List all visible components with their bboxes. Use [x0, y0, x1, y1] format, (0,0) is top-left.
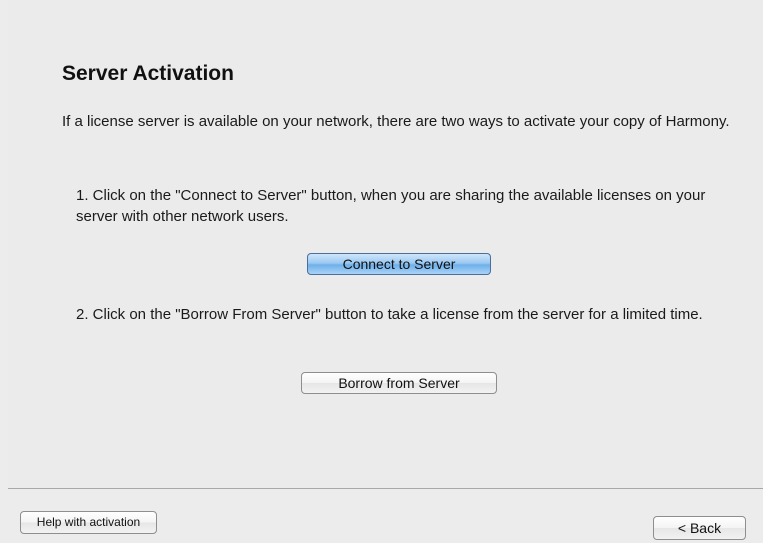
intro-text: If a license server is available on your…: [62, 113, 730, 130]
back-button[interactable]: < Back: [653, 516, 746, 540]
activation-window: Server Activation If a license server is…: [0, 0, 763, 543]
step-1-text: 1. Click on the "Connect to Server" butt…: [76, 187, 706, 225]
help-with-activation-button[interactable]: Help with activation: [20, 511, 157, 534]
connect-to-server-button[interactable]: Connect to Server: [307, 253, 491, 275]
borrow-from-server-button[interactable]: Borrow from Server: [301, 372, 497, 394]
step-2-text: 2. Click on the "Borrow From Server" but…: [76, 306, 703, 323]
page-title: Server Activation: [62, 62, 234, 85]
